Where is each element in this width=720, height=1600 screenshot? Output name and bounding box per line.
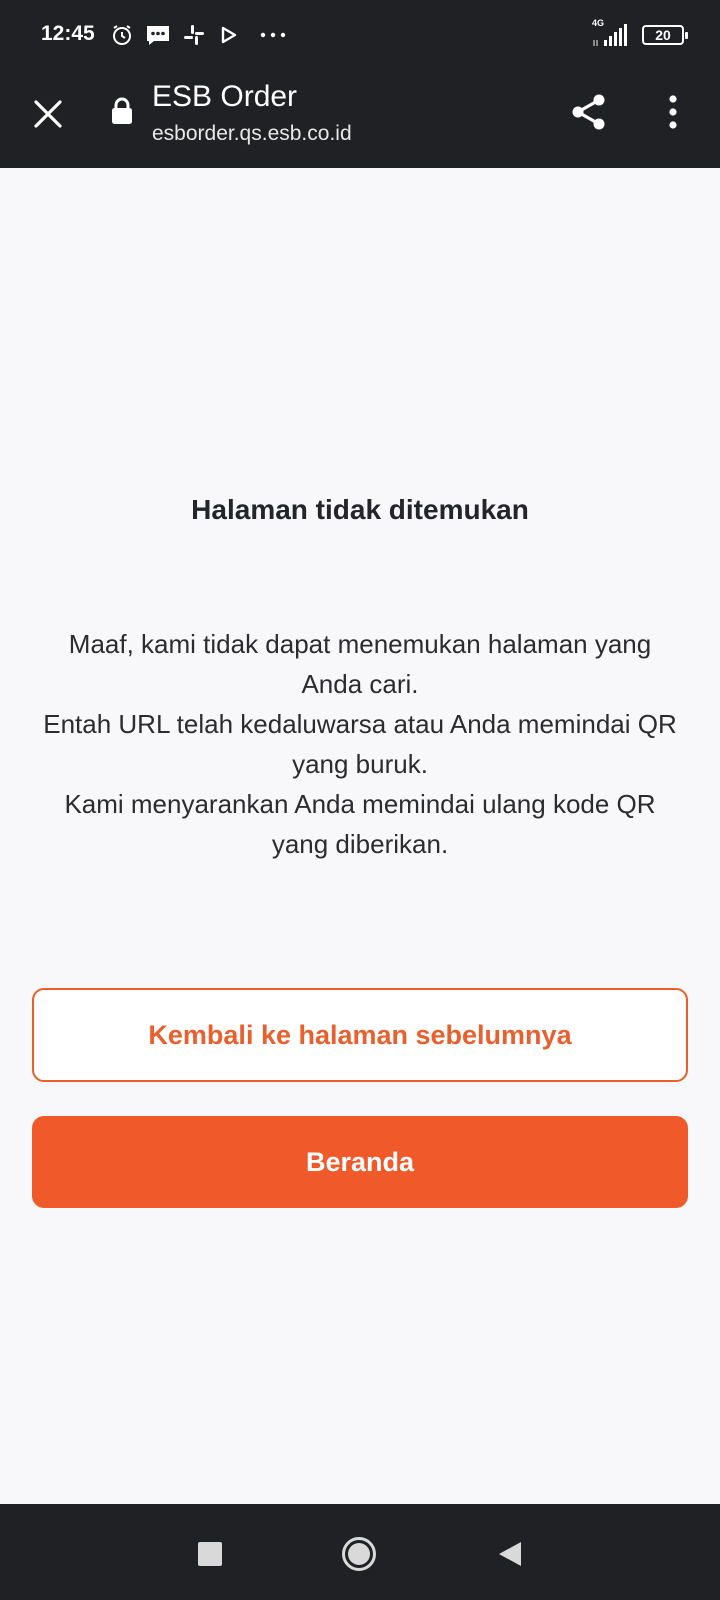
- message-line: Maaf, kami tidak dapat menemukan halaman…: [68, 629, 652, 699]
- battery-icon: 20: [642, 25, 688, 45]
- not-found-message: Maaf, kami tidak dapat menemukan halaman…: [40, 624, 680, 864]
- status-time: 12:45: [41, 22, 95, 45]
- more-vert-icon[interactable]: [650, 88, 696, 136]
- message-icon: [145, 22, 171, 48]
- back-triangle-icon[interactable]: [486, 1530, 534, 1578]
- home-circle-icon[interactable]: [335, 1530, 383, 1578]
- back-button[interactable]: Kembali ke halaman sebelumnya: [32, 988, 688, 1082]
- status-right: 4G 20: [590, 18, 688, 50]
- page-title: ESB Order: [152, 80, 298, 113]
- browser-toolbar: ESB Order esborder.qs.esb.co.id: [0, 70, 720, 168]
- signal-icon: 4G: [590, 18, 632, 50]
- share-icon[interactable]: [566, 88, 612, 136]
- recents-square-icon[interactable]: [186, 1530, 234, 1578]
- message-line: Entah URL telah kedaluwarsa atau Anda me…: [43, 709, 677, 779]
- battery-level: 20: [655, 27, 671, 43]
- page-content: Halaman tidak ditemukan Maaf, kami tidak…: [0, 168, 720, 1504]
- message-line: Kami menyarankan Anda memindai ulang kod…: [64, 789, 656, 859]
- slack-icon: [182, 22, 206, 48]
- play-icon: [220, 22, 238, 48]
- status-bar: 12:45 4G 20: [0, 0, 720, 70]
- close-icon[interactable]: [28, 94, 68, 134]
- lock-icon[interactable]: [110, 96, 134, 126]
- navigation-bar: [0, 1504, 720, 1600]
- not-found-heading: Halaman tidak ditemukan: [191, 494, 529, 525]
- home-button[interactable]: Beranda: [32, 1116, 688, 1208]
- alarm-icon: [110, 22, 134, 48]
- more-dots-icon: [260, 22, 286, 48]
- page-url[interactable]: esborder.qs.esb.co.id: [152, 122, 352, 146]
